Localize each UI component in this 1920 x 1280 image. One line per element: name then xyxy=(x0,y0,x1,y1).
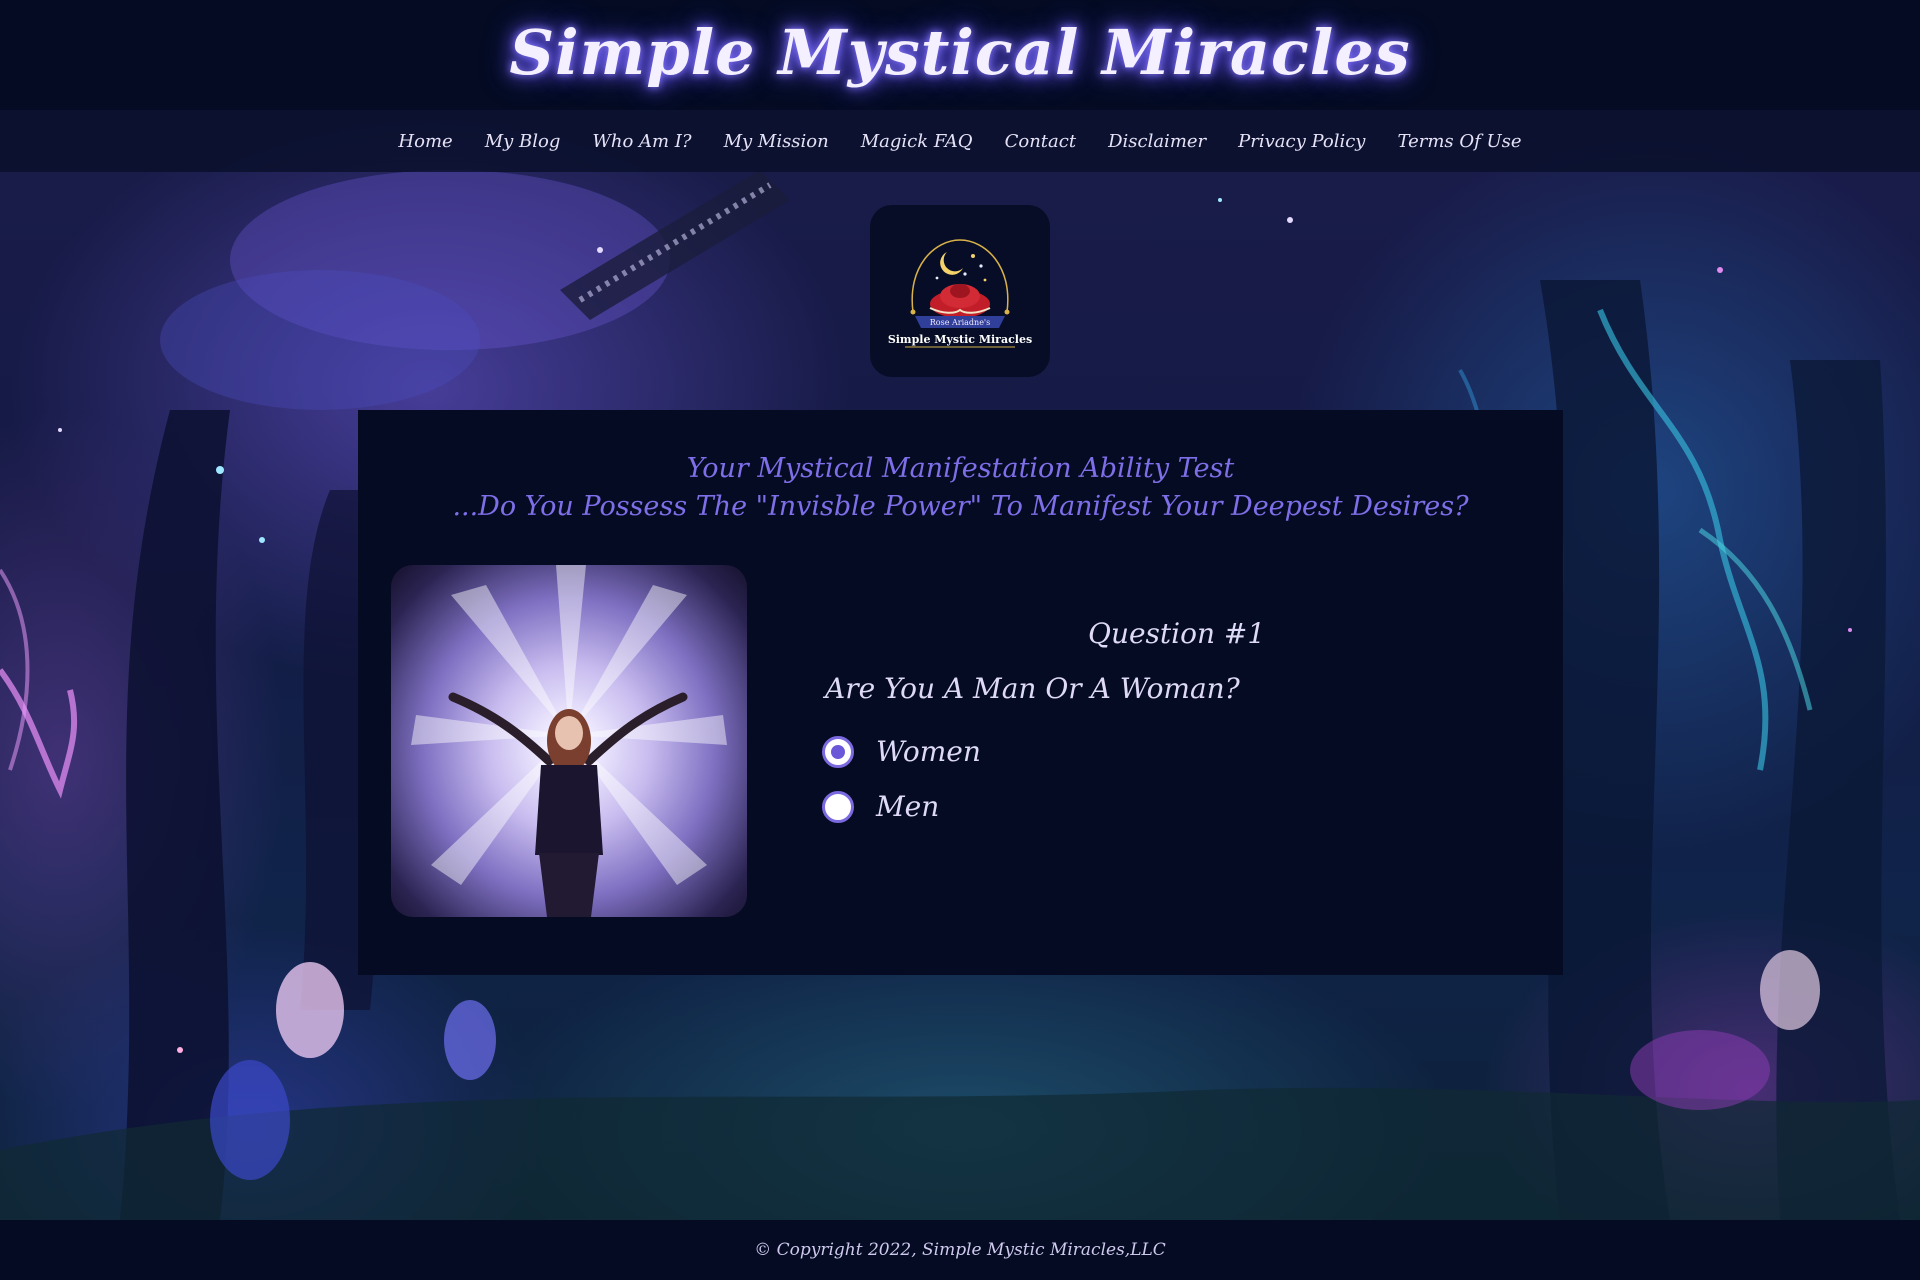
quiz-heading-line-2: ...Do You Possess The "Invisble Power" T… xyxy=(452,491,1469,522)
woman-silhouette xyxy=(411,565,727,917)
logo-bottom-text: Simple Mystic Miracles xyxy=(888,333,1032,346)
nav-item-magick-faq[interactable]: Magick FAQ xyxy=(861,131,973,152)
quiz-heading: Your Mystical Manifestation Ability Test… xyxy=(358,450,1563,526)
main-nav: Home My Blog Who Am I? My Mission Magick… xyxy=(0,110,1920,172)
hero-image-woman-in-light xyxy=(391,565,747,917)
option-label-men: Men xyxy=(876,790,940,823)
option-label-women: Women xyxy=(876,735,981,768)
nav-item-who-am-i[interactable]: Who Am I? xyxy=(592,131,691,152)
site-header: Simple Mystical Miracles xyxy=(0,0,1920,110)
footer-copyright: © Copyright 2022, Simple Mystic Miracles… xyxy=(754,1240,1166,1260)
radio-women[interactable] xyxy=(822,735,854,768)
nav-item-disclaimer[interactable]: Disclaimer xyxy=(1108,131,1206,152)
nav-item-my-blog[interactable]: My Blog xyxy=(485,131,561,152)
logo-emblem: Rose Ariadne's Simple Mystic Miracles xyxy=(888,239,1032,348)
option-women[interactable]: Women xyxy=(822,735,981,768)
nav-item-contact[interactable]: Contact xyxy=(1005,131,1076,152)
radio-selected-dot xyxy=(831,744,845,759)
site-logo[interactable]: Rose Ariadne's Simple Mystic Miracles xyxy=(870,205,1050,377)
nav-item-my-mission[interactable]: My Mission xyxy=(724,131,829,152)
radio-men[interactable] xyxy=(822,790,854,823)
logo-top-text: Rose Ariadne's xyxy=(930,318,990,327)
nav-item-home[interactable]: Home xyxy=(398,131,452,152)
quiz-heading-line-1: Your Mystical Manifestation Ability Test xyxy=(686,453,1235,484)
quiz-panel: Your Mystical Manifestation Ability Test… xyxy=(358,410,1563,975)
site-title[interactable]: Simple Mystical Miracles xyxy=(509,16,1410,89)
nav-item-privacy-policy[interactable]: Privacy Policy xyxy=(1238,131,1365,152)
option-men[interactable]: Men xyxy=(822,790,939,823)
nav-item-terms-of-use[interactable]: Terms Of Use xyxy=(1397,131,1521,152)
site-footer: © Copyright 2022, Simple Mystic Miracles… xyxy=(0,1220,1920,1280)
question-number: Question #1 xyxy=(1088,617,1266,650)
question-text: Are You A Man Or A Woman? xyxy=(825,672,1240,705)
